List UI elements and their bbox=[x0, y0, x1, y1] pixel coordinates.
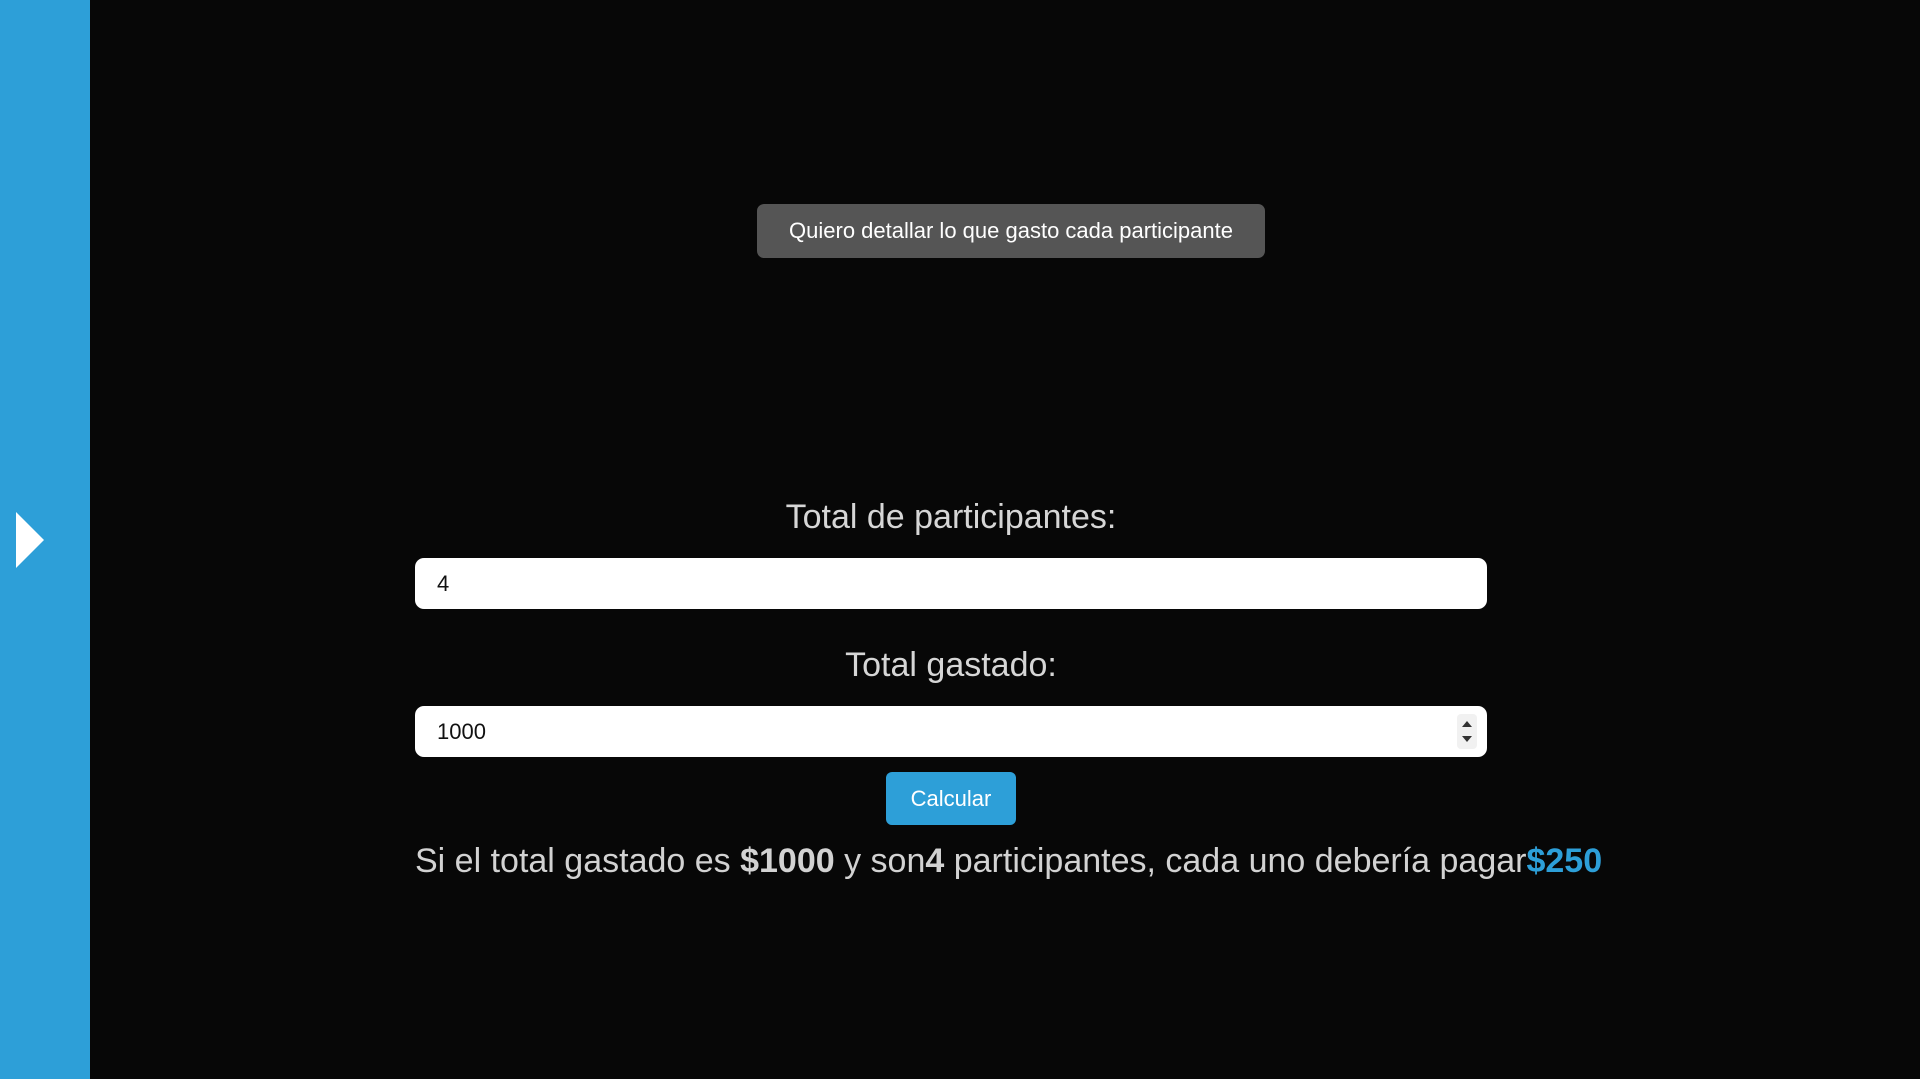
chevron-right-icon[interactable] bbox=[14, 512, 46, 568]
result-text: Si el total gastado es $1000 y son4 part… bbox=[415, 842, 1715, 881]
detail-participants-button[interactable]: Quiero detallar lo que gasto cada partic… bbox=[757, 204, 1265, 258]
sidebar bbox=[0, 0, 90, 1079]
result-part1: Si el total gastado es bbox=[415, 842, 741, 880]
chevron-down-icon[interactable] bbox=[1462, 736, 1472, 742]
result-per-person: $250 bbox=[1526, 842, 1603, 880]
total-spent-value: 1000 bbox=[437, 718, 486, 744]
total-spent-input[interactable]: 1000 bbox=[415, 706, 1487, 757]
total-spent-label: Total gastado: bbox=[845, 646, 1057, 684]
participants-input[interactable]: 4 bbox=[415, 558, 1487, 609]
result-part3: participantes, cada uno debería pagar bbox=[944, 842, 1527, 880]
result-part2: y son bbox=[834, 842, 926, 880]
participants-value: 4 bbox=[437, 570, 450, 596]
result-participants: 4 bbox=[925, 842, 945, 880]
chevron-up-icon[interactable] bbox=[1462, 721, 1472, 727]
number-stepper[interactable] bbox=[1457, 714, 1477, 749]
participants-label: Total de participantes: bbox=[785, 498, 1117, 536]
calculate-button[interactable]: Calcular bbox=[886, 772, 1016, 825]
main-content: Quiero detallar lo que gasto cada partic… bbox=[90, 0, 1920, 1079]
result-total: $1000 bbox=[740, 842, 835, 880]
